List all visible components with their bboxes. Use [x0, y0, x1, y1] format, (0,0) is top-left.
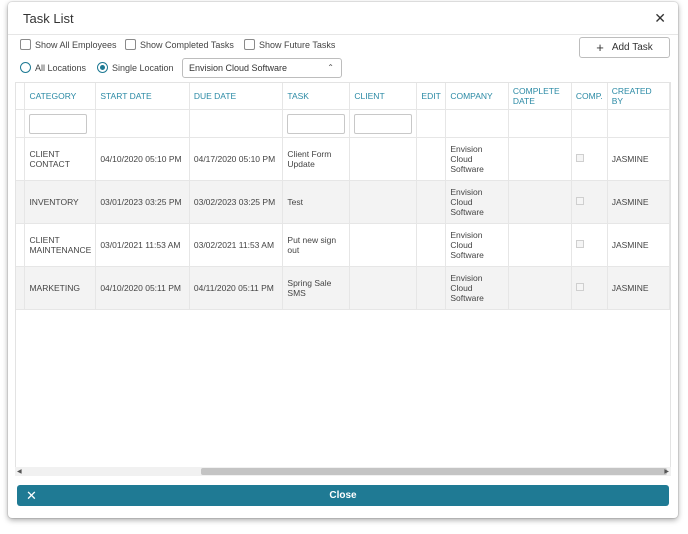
location-select-value: Envision Cloud Software: [189, 63, 288, 73]
cell-start-date: 03/01/2021 11:53 AM: [95, 223, 190, 267]
column-header-due-date[interactable]: DUE DATE: [189, 83, 284, 110]
single-location-option[interactable]: Single Location: [97, 62, 174, 73]
cell-client: [349, 223, 418, 267]
cell-comp: [571, 137, 608, 181]
show-all-employees-label: Show All Employees: [35, 39, 117, 50]
column-header-category[interactable]: CATEGORY: [24, 83, 97, 110]
cell-edit[interactable]: [416, 137, 447, 181]
cell-complete-date: [508, 180, 572, 224]
show-future-tasks-option[interactable]: Show Future Tasks: [244, 39, 335, 50]
show-future-tasks-label: Show Future Tasks: [259, 39, 336, 50]
all-locations-option[interactable]: All Locations: [20, 62, 86, 73]
table-row[interactable]: MARKETING 04/10/2020 05:11 PM 04/11/2020…: [16, 266, 670, 310]
cell-comp: [571, 266, 608, 310]
cell-comp: [571, 180, 608, 224]
cell-task: Test: [282, 180, 351, 224]
scroll-right-arrow-icon[interactable]: ▶: [664, 468, 669, 475]
column-header-client[interactable]: CLIENT: [349, 83, 418, 110]
add-task-button[interactable]: + Add Task: [579, 37, 670, 58]
column-header-task[interactable]: TASK: [282, 83, 351, 110]
cell-category: CLIENT CONTACT: [24, 137, 97, 181]
filter-row: [16, 109, 670, 138]
scrollbar-thumb[interactable]: [201, 468, 667, 475]
single-location-label: Single Location: [112, 62, 174, 73]
cell-company: Envision Cloud Software: [445, 180, 509, 224]
cell-comp: [571, 223, 608, 267]
column-header-complete-date[interactable]: COMPLETE DATE: [508, 83, 572, 110]
cell-start-date: 04/10/2020 05:11 PM: [95, 266, 190, 310]
horizontal-scrollbar[interactable]: ◀ ▶: [15, 467, 671, 476]
cell-due-date: 04/17/2020 05:10 PM: [189, 137, 284, 181]
column-header-company[interactable]: COMPANY: [445, 83, 509, 110]
plus-icon: +: [596, 40, 604, 55]
cell-created-by: JASMINE: [607, 266, 670, 310]
completed-checkbox[interactable]: [575, 154, 584, 162]
dialog-title: Task List: [23, 11, 74, 26]
cell-category: INVENTORY: [24, 180, 97, 224]
chevron-updown-icon: ⌃: [327, 63, 334, 72]
completed-checkbox[interactable]: [575, 240, 584, 248]
cell-edit[interactable]: [416, 266, 447, 310]
cell-complete-date: [508, 223, 572, 267]
cell-edit[interactable]: [416, 180, 447, 224]
cell-start-date: 04/10/2020 05:10 PM: [95, 137, 190, 181]
add-task-label: Add Task: [611, 42, 653, 53]
column-header-comp[interactable]: COMP.: [571, 83, 608, 110]
cell-company: Envision Cloud Software: [445, 223, 509, 267]
show-all-employees-option[interactable]: Show All Employees: [20, 39, 117, 50]
close-icon: ✕: [26, 488, 37, 503]
row-gutter-header: [16, 83, 26, 110]
cell-company: Envision Cloud Software: [445, 266, 509, 310]
radio-icon[interactable]: [97, 62, 108, 73]
cell-task: Spring Sale SMS: [282, 266, 351, 310]
cell-company: Envision Cloud Software: [445, 137, 509, 181]
task-grid: CATEGORY START DATE DUE DATE TASK CLIENT…: [15, 82, 671, 476]
cell-complete-date: [508, 266, 572, 310]
close-button-label: Close: [329, 490, 357, 501]
cell-task: Put new sign out: [282, 223, 351, 267]
column-header-start-date[interactable]: START DATE: [95, 83, 190, 110]
cell-category: MARKETING: [24, 266, 97, 310]
cell-edit[interactable]: [416, 223, 447, 267]
checkbox-icon[interactable]: [20, 39, 31, 50]
column-header-created-by[interactable]: CREATED BY: [607, 83, 670, 110]
cell-due-date: 03/02/2023 03:25 PM: [189, 180, 284, 224]
table-row[interactable]: CLIENT MAINTENANCE 03/01/2021 11:53 AM 0…: [16, 223, 670, 267]
checkbox-icon[interactable]: [125, 39, 136, 50]
client-filter-input[interactable]: [354, 113, 413, 134]
completed-checkbox[interactable]: [575, 283, 584, 291]
close-icon[interactable]: ✕: [654, 10, 666, 27]
close-button[interactable]: ✕ Close: [17, 485, 669, 506]
category-filter-input[interactable]: [29, 113, 88, 134]
cell-due-date: 04/11/2020 05:11 PM: [189, 266, 284, 310]
cell-created-by: JASMINE: [607, 137, 670, 181]
checkbox-icon[interactable]: [244, 39, 255, 50]
location-select[interactable]: Envision Cloud Software ⌃: [182, 58, 342, 78]
radio-icon[interactable]: [20, 62, 31, 73]
scroll-left-arrow-icon[interactable]: ◀: [17, 468, 22, 475]
cell-task: Client Form Update: [282, 137, 351, 181]
cell-client: [349, 266, 418, 310]
divider: [8, 34, 678, 35]
cell-created-by: JASMINE: [607, 223, 670, 267]
column-header-edit[interactable]: EDIT: [416, 83, 447, 110]
table-row[interactable]: CLIENT CONTACT 04/10/2020 05:10 PM 04/17…: [16, 137, 670, 181]
show-completed-tasks-label: Show Completed Tasks: [140, 39, 234, 50]
cell-created-by: JASMINE: [607, 180, 670, 224]
completed-checkbox[interactable]: [575, 197, 584, 205]
cell-complete-date: [508, 137, 572, 181]
cell-client: [349, 180, 418, 224]
task-filter-input[interactable]: [287, 113, 346, 134]
show-completed-tasks-option[interactable]: Show Completed Tasks: [125, 39, 234, 50]
cell-due-date: 03/02/2021 11:53 AM: [189, 223, 284, 267]
cell-start-date: 03/01/2023 03:25 PM: [95, 180, 190, 224]
task-list-dialog: Task List ✕ Show All Employees Show Comp…: [8, 2, 678, 518]
all-locations-label: All Locations: [35, 62, 87, 73]
cell-category: CLIENT MAINTENANCE: [24, 223, 97, 267]
table-row[interactable]: INVENTORY 03/01/2023 03:25 PM 03/02/2023…: [16, 180, 670, 224]
cell-client: [349, 137, 418, 181]
